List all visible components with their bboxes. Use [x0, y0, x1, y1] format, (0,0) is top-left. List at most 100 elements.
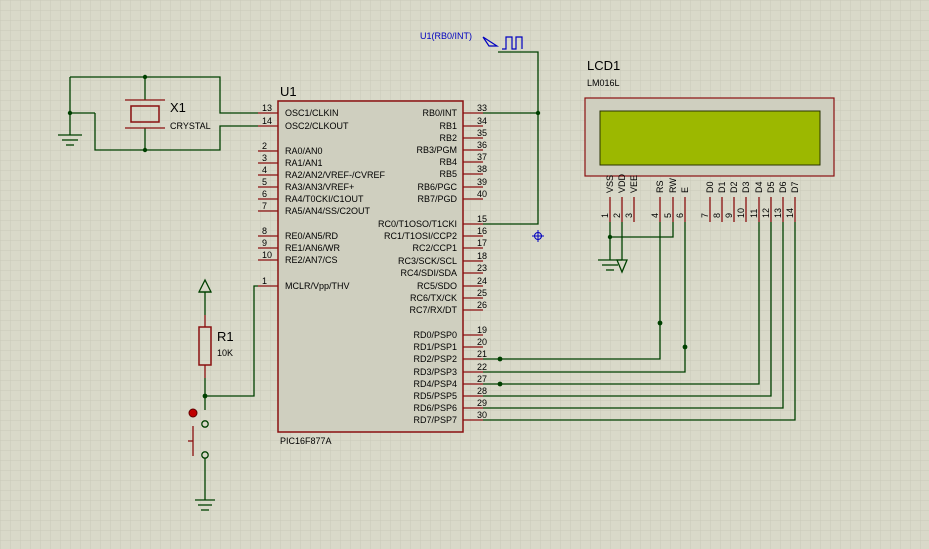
pin-number: 17 [477, 238, 487, 248]
pin-label: OSC1/CLKIN [285, 108, 339, 118]
pin-number: 19 [477, 325, 487, 335]
schematic-canvas[interactable]: U1 PIC16F877A 13 OSC1/CLKIN14 OSC2/CLKOUT2… [0, 0, 929, 549]
resistor-value: 10K [217, 348, 233, 358]
lcd-pin-number: 12 [761, 208, 771, 218]
pin-number: 9 [262, 238, 267, 248]
pin-label: RE2/AN7/CS [285, 255, 338, 265]
pin-number: 29 [477, 398, 487, 408]
pin-number: 1 [262, 276, 267, 286]
mcu-component[interactable]: U1 PIC16F877A 13 OSC1/CLKIN14 OSC2/CLKOUT2… [258, 84, 487, 446]
pin-label: RD1/PSP1 [413, 342, 457, 352]
lcd-pin-label: D5 [766, 181, 776, 193]
button-indicator-icon[interactable] [188, 408, 198, 418]
pin-number: 38 [477, 164, 487, 174]
grid-background [0, 0, 929, 549]
pin-label: RD4/PSP4 [413, 379, 457, 389]
pin-number: 24 [477, 276, 487, 286]
pin-label: RA1/AN1 [285, 158, 323, 168]
pin-number: 28 [477, 386, 487, 396]
lcd-pin-label: RW [668, 178, 678, 193]
pin-number: 34 [477, 116, 487, 126]
lcd-pin-label: D1 [717, 181, 727, 193]
lcd-pin-number: 10 [736, 208, 746, 218]
lcd-pin-label: D0 [705, 181, 715, 193]
pin-number: 15 [477, 214, 487, 224]
lcd-pin-label: VSS [605, 175, 615, 193]
pin-number: 20 [477, 337, 487, 347]
lcd-pin-label: VEE [629, 175, 639, 193]
pin-number: 6 [262, 189, 267, 199]
pin-label: RD5/PSP5 [413, 391, 457, 401]
crystal-ref: X1 [170, 100, 186, 115]
lcd-pin-number: 7 [700, 213, 710, 218]
lcd-pin-number: 13 [773, 208, 783, 218]
lcd-pin-number: 5 [663, 213, 673, 218]
pin-number: 21 [477, 349, 487, 359]
pin-number: 5 [262, 177, 267, 187]
pin-label: RC2/CCP1 [412, 243, 457, 253]
pin-number: 16 [477, 226, 487, 236]
pin-label: RA3/AN3/VREF+ [285, 182, 354, 192]
pin-label: RD2/PSP2 [413, 354, 457, 364]
pin-label: RB0/INT [422, 108, 457, 118]
pin-number: 3 [262, 153, 267, 163]
pin-number: 37 [477, 152, 487, 162]
pin-label: RB2 [439, 133, 457, 143]
pin-label: RA4/T0CKI/C1OUT [285, 194, 364, 204]
pin-label: RD7/PSP7 [413, 415, 457, 425]
pin-number: 14 [262, 116, 272, 126]
pin-label: RD0/PSP0 [413, 330, 457, 340]
pin-number: 4 [262, 165, 267, 175]
pin-label: RA0/AN0 [285, 146, 323, 156]
pin-number: 7 [262, 201, 267, 211]
pin-label: RC1/T1OSI/CCP2 [384, 231, 457, 241]
lcd-pin-label: VDD [617, 173, 627, 193]
pin-label: RC5/SDO [417, 281, 457, 291]
pin-number: 30 [477, 410, 487, 420]
lcd-pin-label: D3 [741, 181, 751, 193]
pin-number: 18 [477, 251, 487, 261]
lcd-pin-label: E [680, 187, 690, 193]
pin-number: 25 [477, 288, 487, 298]
lcd-screen [599, 110, 821, 166]
pin-label: RB5 [439, 169, 457, 179]
pin-label: RD6/PSP6 [413, 403, 457, 413]
lcd-pin-number: 9 [724, 213, 734, 218]
lcd-part: LM016L [587, 78, 620, 88]
resistor-ref: R1 [217, 329, 234, 344]
lcd-pin-number: 14 [785, 208, 795, 218]
lcd-pin-label: D4 [754, 181, 764, 193]
pin-label: RB7/PGD [417, 194, 457, 204]
pin-label: RA5/AN4/SS/C2OUT [285, 206, 371, 216]
probe-label: U1(RB0/INT) [420, 31, 472, 41]
pin-number: 33 [477, 103, 487, 113]
pin-number: 23 [477, 263, 487, 273]
pin-label: RC3/SCK/SCL [398, 256, 457, 266]
lcd-pin-label: D2 [729, 181, 739, 193]
mcu-part: PIC16F877A [280, 436, 332, 446]
pin-number: 8 [262, 226, 267, 236]
lcd-pin-label: RS [655, 180, 665, 193]
pin-label: RB4 [439, 157, 457, 167]
pin-number: 26 [477, 300, 487, 310]
mcu-ref: U1 [280, 84, 297, 99]
lcd-pin-number: 4 [650, 213, 660, 218]
lcd-pin-label: D6 [778, 181, 788, 193]
pin-label: RA2/AN2/VREF-/CVREF [285, 170, 386, 180]
pin-label: RD3/PSP3 [413, 367, 457, 377]
crystal-part: CRYSTAL [170, 121, 211, 131]
pin-number: 27 [477, 374, 487, 384]
pin-number: 22 [477, 362, 487, 372]
pin-label: RB3/PGM [416, 145, 457, 155]
pin-label: MCLR/Vpp/THV [285, 281, 350, 291]
pin-label: RC7/RX/DT [409, 305, 457, 315]
pin-number: 39 [477, 177, 487, 187]
pin-label: RC4/SDI/SDA [400, 268, 457, 278]
lcd-pin-number: 3 [624, 213, 634, 218]
lcd-pin-number: 2 [612, 213, 622, 218]
pin-number: 40 [477, 189, 487, 199]
lcd-pin-number: 6 [675, 213, 685, 218]
pin-number: 2 [262, 141, 267, 151]
pin-label: RB1 [439, 121, 457, 131]
lcd-pin-label: D7 [790, 181, 800, 193]
